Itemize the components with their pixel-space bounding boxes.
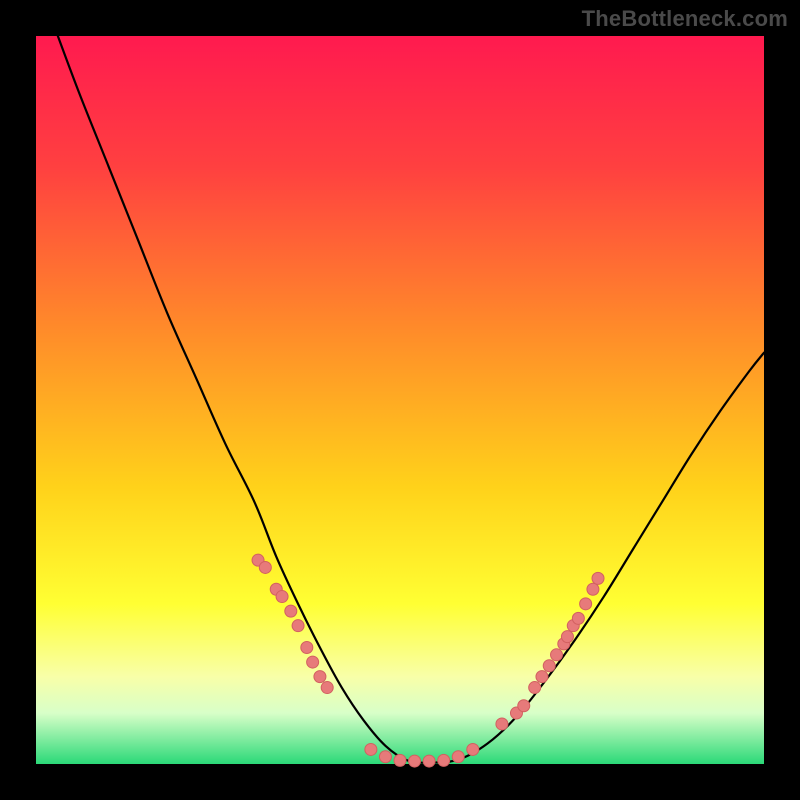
marker-dot	[276, 591, 288, 603]
marker-dot	[301, 642, 313, 654]
data-markers	[252, 554, 604, 767]
marker-dot	[259, 561, 271, 573]
marker-dot	[409, 755, 421, 767]
marker-dot	[592, 572, 604, 584]
marker-dot	[438, 754, 450, 766]
marker-dot	[529, 682, 541, 694]
marker-dot	[580, 598, 592, 610]
marker-dot	[394, 754, 406, 766]
marker-dot	[561, 631, 573, 643]
marker-dot	[285, 605, 297, 617]
marker-dot	[496, 718, 508, 730]
marker-dot	[467, 743, 479, 755]
plot-area	[36, 36, 764, 764]
marker-dot	[587, 583, 599, 595]
marker-dot	[518, 700, 530, 712]
marker-dot	[307, 656, 319, 668]
marker-dot	[423, 755, 435, 767]
bottleneck-curve	[58, 36, 764, 763]
marker-dot	[292, 620, 304, 632]
marker-dot	[321, 682, 333, 694]
marker-dot	[572, 612, 584, 624]
marker-dot	[452, 751, 464, 763]
marker-dot	[314, 671, 326, 683]
marker-dot	[543, 660, 555, 672]
marker-dot	[365, 743, 377, 755]
marker-dot	[379, 751, 391, 763]
attribution-text: TheBottleneck.com	[582, 6, 788, 32]
marker-dot	[551, 649, 563, 661]
chart-frame: TheBottleneck.com	[0, 0, 800, 800]
curve-layer	[36, 36, 764, 764]
marker-dot	[536, 671, 548, 683]
